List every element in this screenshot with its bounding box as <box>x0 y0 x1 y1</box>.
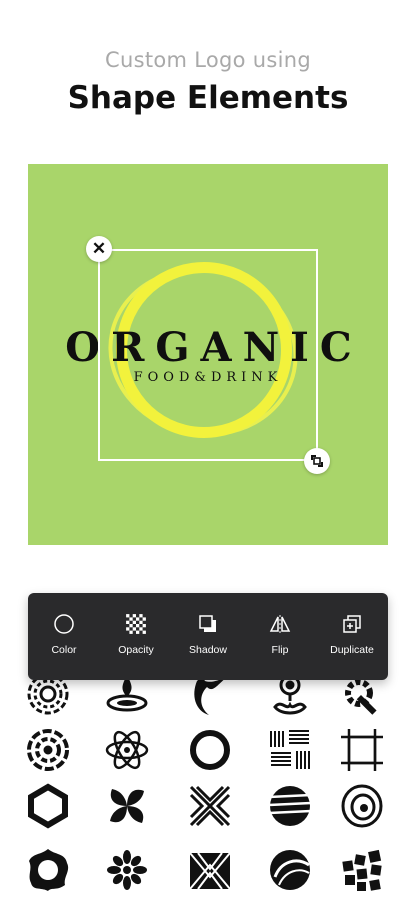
checkerboard-icon <box>126 614 146 634</box>
page-title: Shape Elements <box>67 80 349 116</box>
shadow-tool-label: Shadow <box>189 644 227 656</box>
subtitle: Custom Logo using <box>105 48 311 72</box>
shadow-squares-icon <box>199 615 216 632</box>
striped-globe-icon[interactable] <box>266 782 314 830</box>
opacity-tool[interactable]: Opacity <box>100 593 172 680</box>
shadow-tool[interactable]: Shadow <box>172 593 244 680</box>
selection-box[interactable] <box>98 249 318 461</box>
duplicate-icon <box>343 615 361 633</box>
square-frame-icon[interactable] <box>338 726 386 774</box>
duplicate-tool[interactable]: Duplicate <box>316 593 388 680</box>
delete-handle[interactable]: ✕ <box>86 236 112 262</box>
close-icon: ✕ <box>91 239 107 258</box>
color-tool-label: Color <box>51 644 77 656</box>
pinwheel-icon[interactable] <box>103 782 151 830</box>
concentric-dashed-circles-icon[interactable] <box>24 726 72 774</box>
opacity-tool-label: Opacity <box>118 644 154 656</box>
flip-tool-label: Flip <box>271 644 289 656</box>
circle-outline-icon <box>54 614 74 634</box>
shape-toolbar: Color Opacity Shadow Flip Duplicate <box>28 593 388 680</box>
swirl-sphere-icon[interactable] <box>266 846 314 894</box>
brush-ring-icon[interactable] <box>186 726 234 774</box>
blob-ring-icon[interactable] <box>24 846 72 894</box>
dotted-flower-icon[interactable] <box>103 846 151 894</box>
color-tool[interactable]: Color <box>28 593 100 680</box>
line-pattern-icon[interactable] <box>266 726 314 774</box>
flip-tool[interactable]: Flip <box>244 593 316 680</box>
duplicate-tool-label: Duplicate <box>330 644 374 656</box>
cross-chevron-icon[interactable] <box>186 782 234 830</box>
tree-ring-icon[interactable] <box>338 782 386 830</box>
resize-icon <box>311 455 323 467</box>
resize-handle[interactable] <box>304 448 330 474</box>
scattered-squares-icon[interactable] <box>338 846 386 894</box>
hexagon-knot-icon[interactable] <box>24 782 72 830</box>
design-canvas[interactable]: ORGANIC FOOD&DRINK ✕ <box>28 164 388 545</box>
flip-icon <box>269 615 291 633</box>
zigzag-lines-icon[interactable] <box>186 846 234 894</box>
atom-icon[interactable] <box>103 726 151 774</box>
